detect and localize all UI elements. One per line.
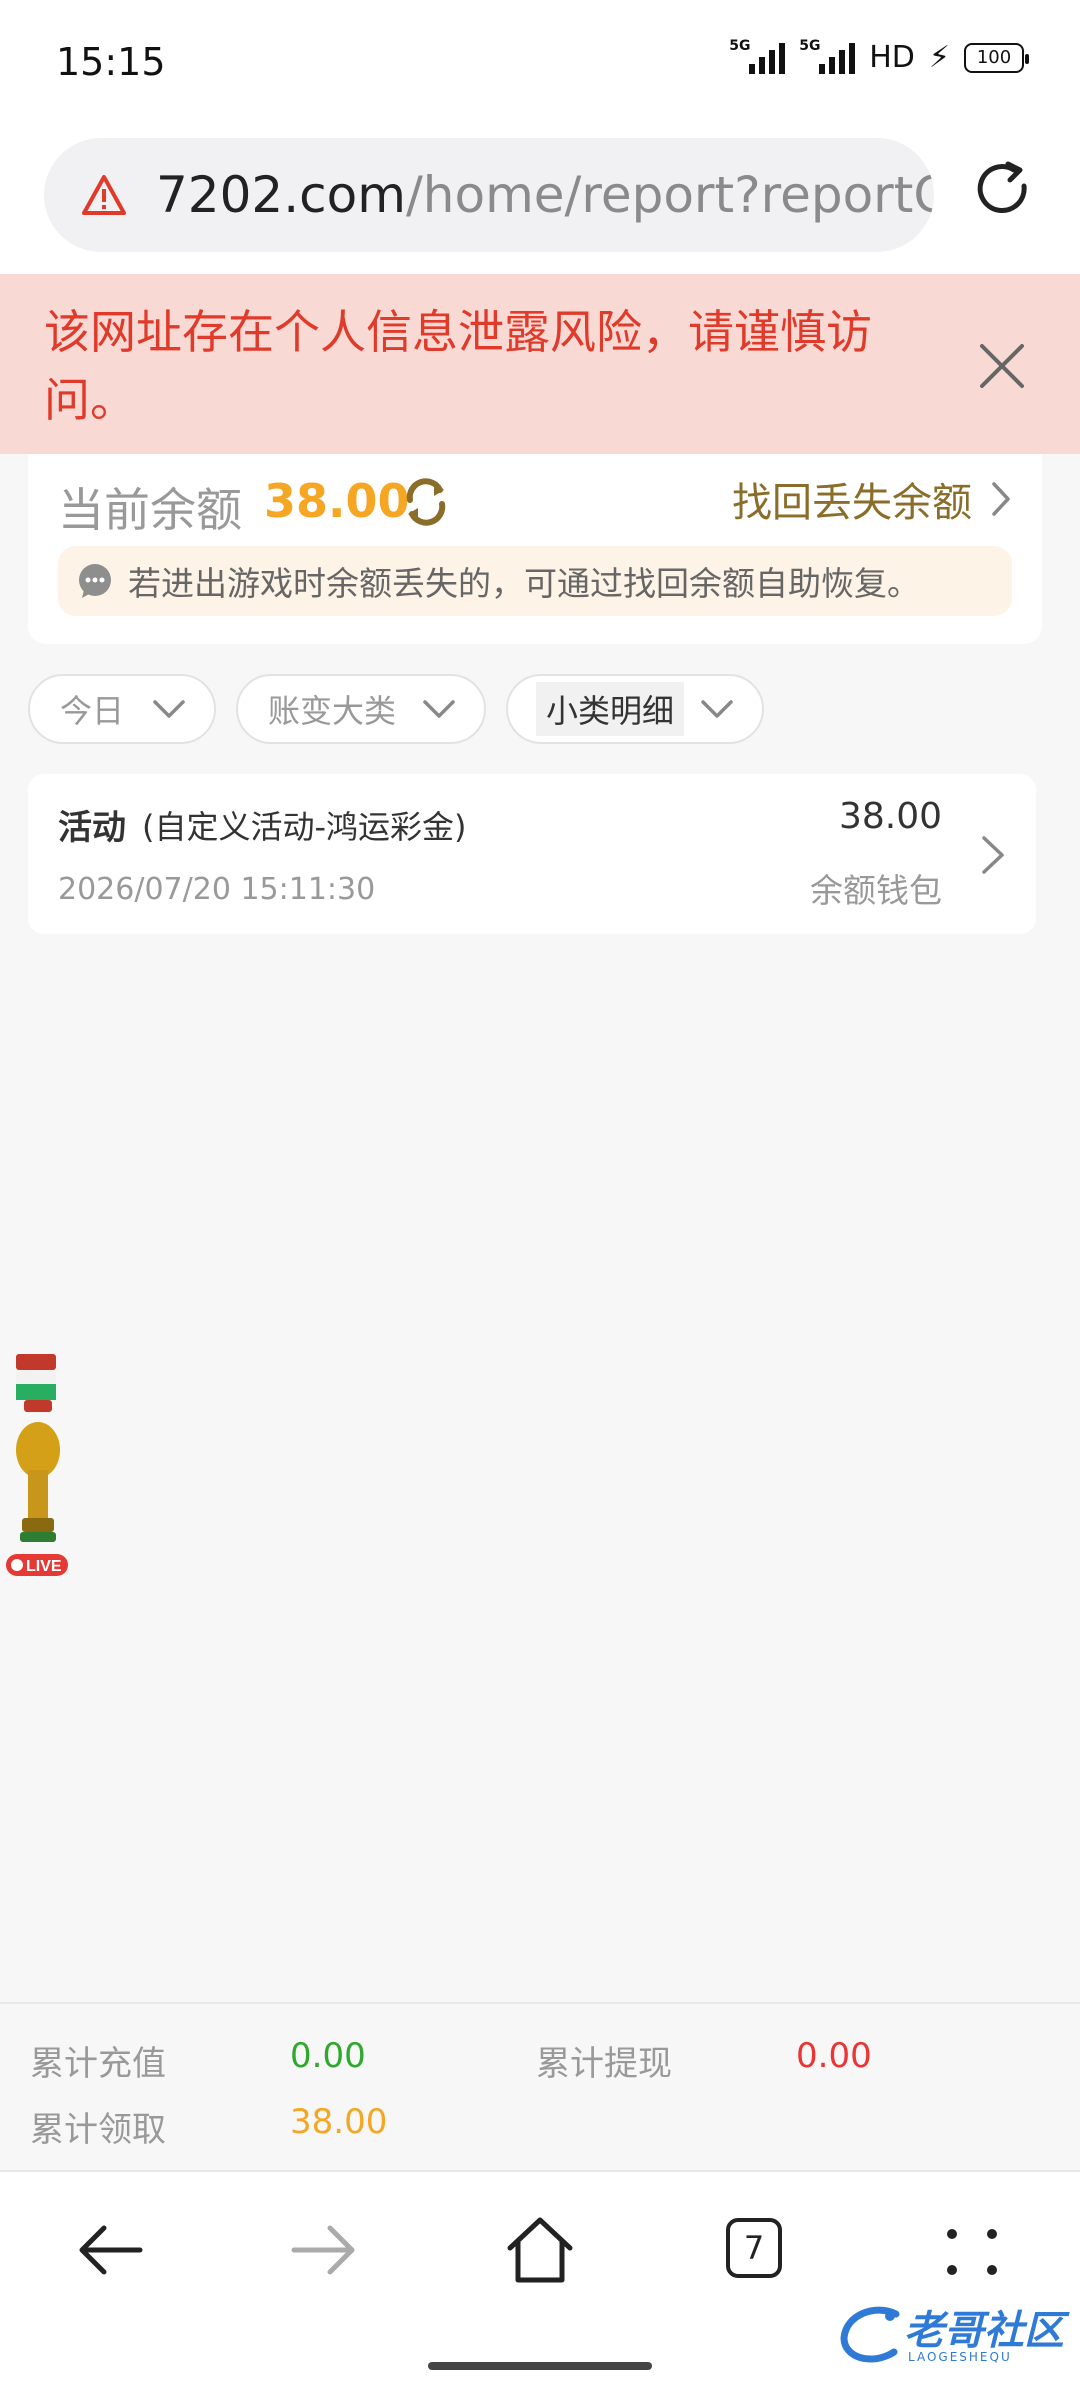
record-item[interactable]: 活动 (自定义活动-鸿运彩金) 2026/07/20 15:11:30 38.0… (28, 774, 1036, 934)
charging-icon: ⚡ (928, 40, 950, 75)
recover-label: 找回丢失余额 (732, 480, 972, 526)
back-arrow-icon[interactable] (70, 2210, 150, 2290)
withdraw-label: 累计提现 (536, 2044, 672, 2084)
filter-date-label: 今日 (60, 692, 125, 730)
privacy-warning-banner: 该网址存在个人信息泄露风险，请谨慎访问。 (0, 274, 1080, 454)
record-amount: 38.00 (838, 796, 942, 837)
filter-category-label: 账变大类 (268, 692, 397, 730)
tabs-button[interactable]: 7 (718, 2210, 798, 2290)
flag-badge-icon (16, 1354, 56, 1412)
chat-bubble-icon (79, 564, 111, 598)
url-domain: 7202.com (156, 166, 406, 224)
warning-text: 该网址存在个人信息泄露风险，请谨慎访问。 (44, 305, 872, 427)
signal-icon: 5G (729, 38, 786, 74)
balance-card: 当前余额 38.00 找回丢失余额 若进出游戏时余额丢失的，可通过找回余额自助恢… (28, 454, 1042, 644)
chevron-right-icon (992, 482, 1010, 516)
chevron-down-icon (701, 700, 733, 718)
record-wallet: 余额钱包 (810, 871, 942, 910)
record-time: 2026/07/20 15:11:30 (58, 872, 376, 907)
url-path: /home/report?reportCt (405, 166, 934, 224)
recharge-value: 0.00 (290, 2036, 366, 2076)
filter-date[interactable]: 今日 (28, 674, 216, 744)
browser-toolbar: 7202.com/home/report?reportCt (0, 126, 1080, 274)
home-indicator[interactable] (428, 2362, 652, 2370)
balance-label: 当前余额 (58, 483, 242, 537)
live-badge: LIVE (6, 1554, 68, 1576)
status-icons: 5G 5G HD ⚡ 100 (729, 38, 1029, 75)
refresh-balance-icon[interactable] (400, 476, 452, 528)
hint-text: 若进出游戏时余额丢失的，可通过找回余额自助恢复。 (128, 564, 920, 603)
summary-bar: 累计充值 0.00 累计提现 0.00 累计领取 38.00 (0, 2002, 1080, 2172)
reload-icon[interactable] (968, 156, 1036, 224)
claim-value: 38.00 (290, 2102, 388, 2142)
filter-subcategory[interactable]: 小类明细 (506, 674, 764, 744)
url-text: 7202.com/home/report?reportCt (156, 166, 934, 224)
chevron-down-icon (153, 700, 185, 718)
watermark-subtext: LAOGESHEQU (908, 2350, 1012, 2364)
claim-label: 累计领取 (30, 2110, 166, 2150)
warning-triangle-icon (82, 175, 126, 215)
dragon-logo-icon (840, 2306, 900, 2363)
record-detail: (自定义活动-鸿运彩金) (142, 808, 467, 846)
menu-dots-icon[interactable] (932, 2210, 1012, 2290)
recover-hint: 若进出游戏时余额丢失的，可通过找回余额自助恢复。 (58, 546, 1012, 616)
balance-amount: 38.00 (264, 474, 410, 528)
chevron-down-icon (423, 700, 455, 718)
filter-category[interactable]: 账变大类 (236, 674, 486, 744)
world-cup-live-widget[interactable]: LIVE (6, 1350, 68, 1582)
hd-label: HD (869, 40, 915, 75)
battery-icon: 100 (964, 42, 1029, 73)
watermark-text: 老哥社区 (904, 2308, 1064, 2354)
address-bar[interactable]: 7202.com/home/report?reportCt (44, 138, 934, 252)
recover-balance-link[interactable]: 找回丢失余额 (732, 470, 1012, 528)
watermark-logo: 老哥社区 LAOGESHEQU (836, 2298, 1072, 2374)
svg-text:LIVE: LIVE (26, 1558, 62, 1575)
chevron-right-icon (982, 836, 1004, 874)
record-type: 活动 (58, 808, 126, 848)
forward-arrow-icon[interactable] (284, 2210, 364, 2290)
withdraw-value: 0.00 (796, 2036, 872, 2076)
recharge-label: 累计充值 (30, 2044, 166, 2084)
filter-subcategory-label: 小类明细 (536, 682, 685, 736)
status-time: 15:15 (56, 40, 166, 84)
close-icon[interactable] (972, 336, 1032, 396)
tab-count: 7 (726, 2218, 782, 2278)
home-icon[interactable] (500, 2210, 580, 2290)
status-bar: 15:15 5G 5G HD ⚡ 100 (0, 0, 1080, 126)
trophy-icon (16, 1422, 60, 1542)
signal-icon-2: 5G (799, 38, 856, 74)
